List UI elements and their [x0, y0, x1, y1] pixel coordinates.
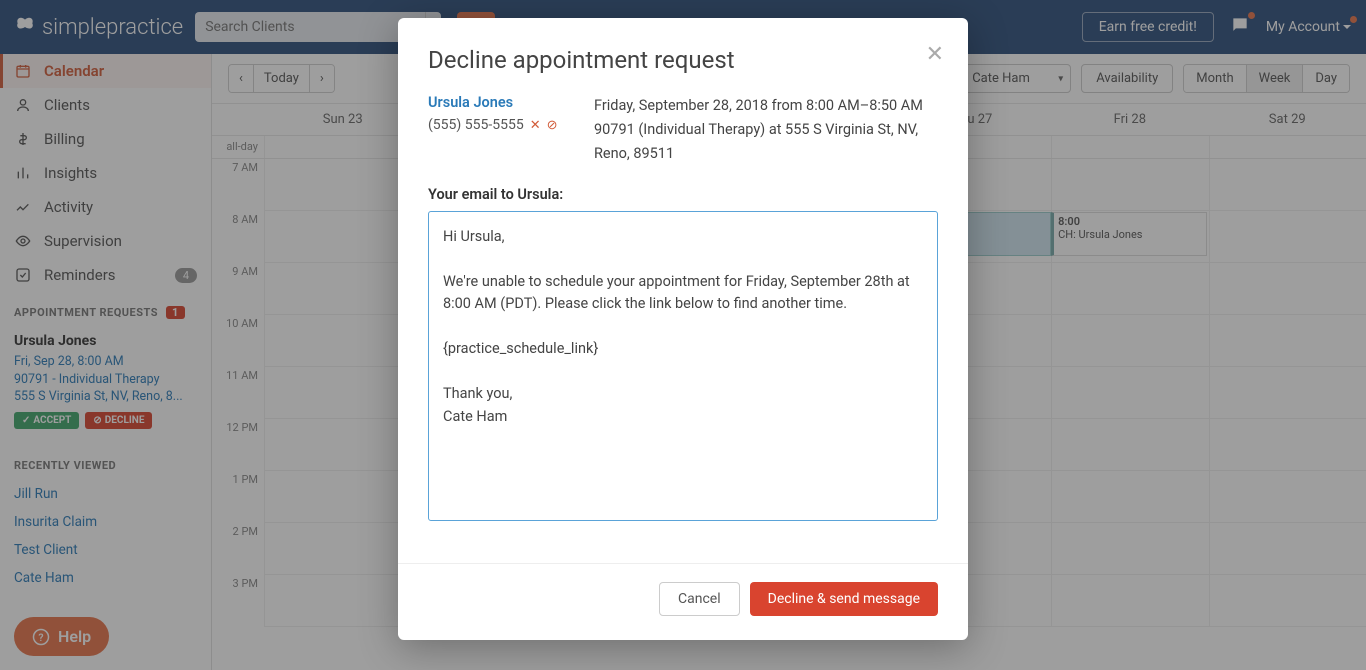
- email-label: Your email to Ursula:: [428, 186, 938, 203]
- modal-overlay[interactable]: Decline appointment request ✕ Ursula Jon…: [0, 0, 1366, 670]
- no-text-icon: ✕: [530, 118, 541, 133]
- email-body-textarea[interactable]: [428, 211, 938, 521]
- close-icon[interactable]: ✕: [926, 42, 944, 67]
- client-name-link[interactable]: Ursula Jones: [428, 94, 568, 111]
- cancel-button[interactable]: Cancel: [659, 582, 740, 616]
- decline-send-button[interactable]: Decline & send message: [750, 582, 938, 616]
- modal-title: Decline appointment request: [428, 46, 938, 74]
- client-phone: (555) 555-5555 ✕ ⊘: [428, 117, 568, 133]
- decline-modal: Decline appointment request ✕ Ursula Jon…: [398, 18, 968, 640]
- appointment-details: Friday, September 28, 2018 from 8:00 AM–…: [594, 94, 938, 166]
- no-voice-icon: ⊘: [547, 118, 558, 133]
